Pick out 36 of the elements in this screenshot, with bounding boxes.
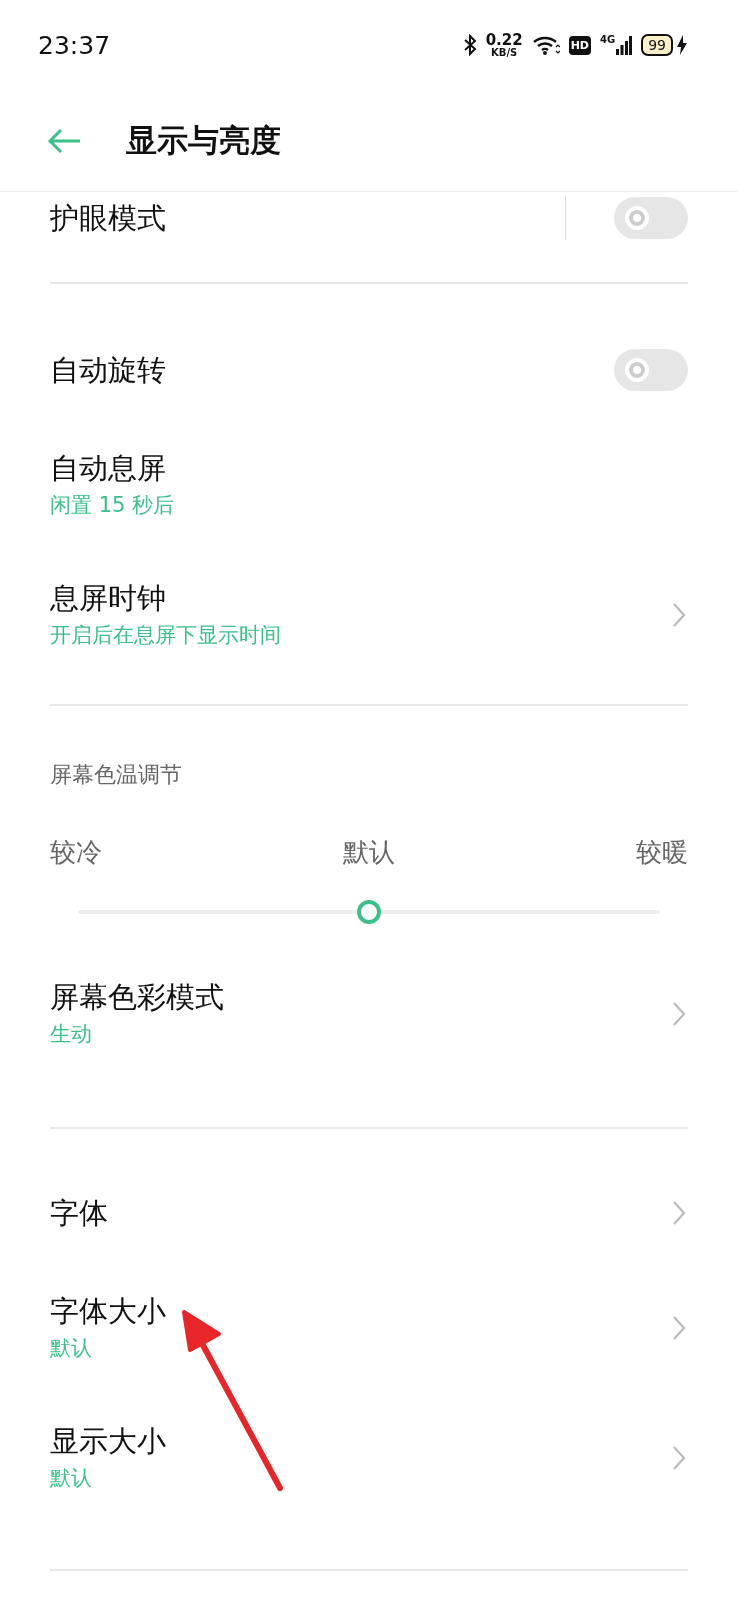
setting-label: 自动旋转 [50,352,167,389]
clock-time: 23:37 [38,30,112,60]
chevron-right-icon [672,1445,686,1471]
setting-label: 自动息屏 [50,450,167,487]
setting-value: 默认 [50,1335,93,1362]
chevron-right-icon [672,602,686,628]
slider-mid-label: 默认 [343,836,395,869]
setting-label: 字体 [50,1195,109,1232]
page-title: 显示与亮度 [126,120,281,160]
setting-label: 护眼模式 [50,200,167,237]
setting-label: 显示大小 [50,1423,167,1460]
slider-thumb[interactable] [357,900,381,924]
slider-max-label: 较暖 [636,836,688,869]
setting-label: 字体大小 [50,1293,167,1330]
setting-value: 开启后在息屏下显示时间 [50,622,282,649]
back-button[interactable] [46,126,82,155]
slider-min-label: 较冷 [50,836,102,869]
setting-value: 生动 [50,1021,93,1048]
network-type: 4G [600,34,616,45]
chevron-right-icon [672,1315,686,1341]
setting-label: 息屏时钟 [50,580,167,617]
network-speed: 0.22 [485,32,523,48]
chevron-right-icon [672,1001,686,1027]
speed-unit: KB/S [491,47,518,58]
setting-value: 默认 [50,1465,93,1492]
setting-value: 闲置 15 秒后 [50,492,176,519]
setting-label: 屏幕色彩模式 [50,979,225,1016]
chevron-right-icon [672,1200,686,1226]
hd-badge: HD [568,35,591,55]
wifi-icon [531,34,560,56]
signal-icon [616,34,633,56]
bluetooth-icon [462,34,477,56]
toggle-switch[interactable] [614,349,688,391]
battery-level: 99 [641,34,673,56]
section-title: 屏幕色温调节 [50,761,183,789]
toggle-switch[interactable] [614,197,688,239]
